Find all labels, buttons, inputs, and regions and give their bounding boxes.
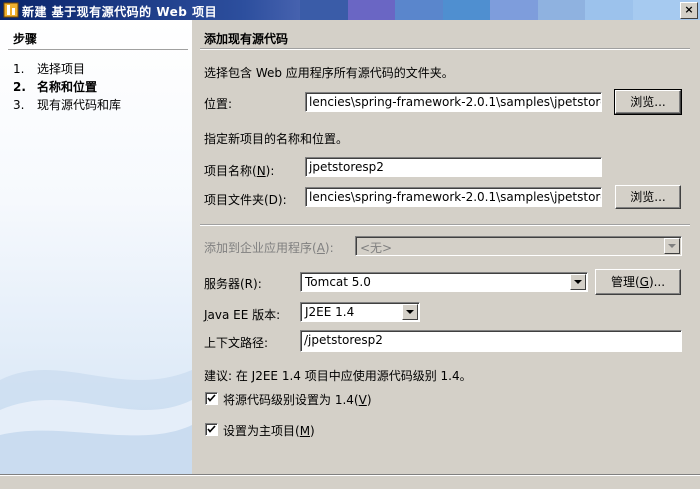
location-input[interactable]: lencies\spring-framework-2.0.1\samples\j… (305, 92, 602, 112)
steps-panel: 步骤 1. 选择项目 2. 名称和位置 3. 现有源代码和库 (0, 20, 192, 474)
ear-select[interactable]: <无> (355, 236, 682, 256)
step-number: 3. (13, 98, 25, 112)
project-name-input[interactable]: jpetstoresp2 (305, 157, 602, 177)
step-number: 1. (13, 62, 25, 76)
checkmark-icon (207, 394, 216, 402)
checkmark-icon (207, 425, 216, 433)
name-description: 指定新项目的名称和位置。 (204, 132, 349, 146)
steps-heading: 步骤 (13, 32, 38, 46)
project-name-label: 项目名称(N): (204, 164, 275, 178)
step-label: 选择项目 (37, 62, 86, 76)
chevron-down-icon[interactable] (402, 304, 418, 320)
source-description: 选择包含 Web 应用程序所有源代码的文件夹。 (204, 66, 454, 80)
chevron-down-icon[interactable] (570, 274, 586, 290)
options-divider (200, 224, 690, 226)
server-select-value: Tomcat 5.0 (305, 275, 371, 289)
close-icon: × (684, 3, 694, 16)
source-level-checkbox-label[interactable]: 将源代码级别设置为 1.4(V) (223, 391, 372, 408)
server-label: 服务器(R): (204, 277, 262, 291)
close-button[interactable]: × (680, 2, 698, 19)
steps-divider (8, 49, 188, 50)
browse-folder-button[interactable]: 浏览... (615, 185, 681, 209)
suggestion-text: 建议: 在 J2EE 1.4 项目中应使用源代码级别 1.4。 (204, 369, 472, 383)
step-item: 3. 现有源代码和库 (13, 96, 121, 113)
section-divider (200, 48, 690, 50)
step-label: 名称和位置 (37, 80, 98, 94)
main-project-checkbox-label[interactable]: 设置为主项目(M) (223, 422, 315, 439)
main-project-checkbox[interactable] (205, 423, 218, 436)
project-folder-input[interactable]: lencies\spring-framework-2.0.1\samples\j… (305, 187, 602, 207)
ear-select-value: <无> (360, 241, 393, 255)
browse-location-button[interactable]: 浏览... (614, 89, 682, 115)
chevron-down-icon[interactable] (664, 238, 680, 254)
location-label: 位置: (204, 97, 233, 111)
window-title: 新建 基于现有源代码的 Web 项目 (22, 5, 218, 19)
context-path-label: 上下文路径: (204, 336, 269, 350)
button-bar-edge (0, 474, 700, 489)
javaee-select-value: J2EE 1.4 (305, 305, 355, 319)
ear-label: 添加到企业应用程序(A): (204, 241, 334, 255)
title-bar-decoration (300, 0, 680, 20)
step-label: 现有源代码和库 (37, 98, 122, 112)
context-path-input[interactable]: /jpetstoresp2 (300, 330, 682, 352)
main-panel: 添加现有源代码 选择包含 Web 应用程序所有源代码的文件夹。 位置: lenc… (192, 20, 700, 474)
step-item: 1. 选择项目 (13, 60, 85, 77)
source-level-checkbox[interactable] (205, 392, 218, 405)
project-folder-label: 项目文件夹(D): (204, 193, 287, 207)
javaee-version-select[interactable]: J2EE 1.4 (300, 302, 420, 322)
step-number: 2. (13, 80, 26, 94)
manage-servers-button[interactable]: 管理(G)... (595, 269, 681, 295)
step-item-current: 2. 名称和位置 (13, 78, 97, 95)
title-bar: 新建 基于现有源代码的 Web 项目 × (0, 0, 700, 20)
server-select[interactable]: Tomcat 5.0 (300, 272, 588, 292)
decorative-swoosh (0, 370, 192, 474)
app-icon (3, 2, 19, 18)
javaee-label: Java EE 版本: (204, 308, 281, 322)
section-heading: 添加现有源代码 (204, 32, 289, 46)
